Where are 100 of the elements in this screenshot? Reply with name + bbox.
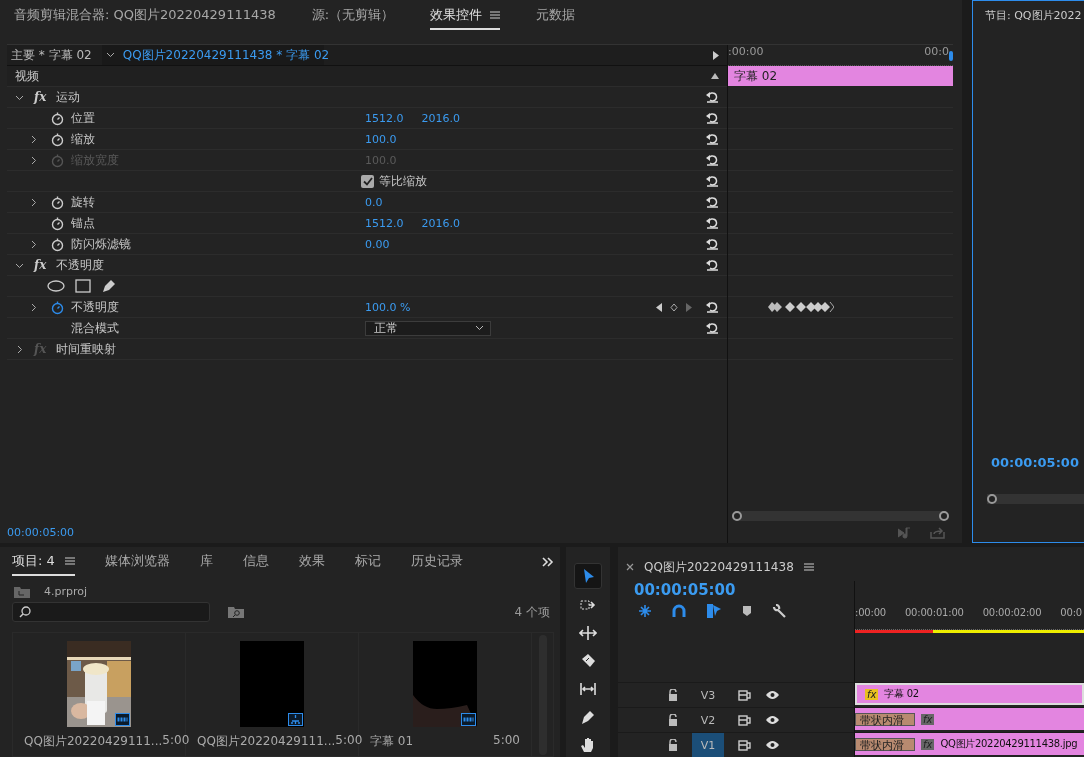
timecode[interactable]: 00:00:05:00 (7, 526, 727, 543)
property-value[interactable]: 100.0 % (365, 300, 411, 314)
property-name: 防闪烁滤镜 (71, 235, 132, 253)
timecode[interactable]: 00:00:05:00 (618, 581, 854, 599)
panel-tab[interactable]: 元数据 (536, 6, 576, 30)
eye-icon[interactable] (765, 740, 780, 750)
panel-tab[interactable]: 效果控件 (430, 6, 501, 30)
play-icon[interactable] (713, 50, 719, 60)
panel-tab[interactable]: 源:（无剪辑） (311, 6, 395, 30)
property-value[interactable]: 0.00 (365, 237, 390, 251)
eye-icon[interactable] (765, 715, 780, 725)
folder-up-icon[interactable] (14, 585, 30, 598)
property-value[interactable]: 100.0 (365, 132, 397, 146)
menu-icon[interactable] (490, 11, 501, 19)
panel-tab[interactable]: 历史记录 (410, 548, 463, 576)
checkbox-label[interactable]: 等比缩放 (379, 172, 427, 190)
property-value[interactable]: 0.0 (365, 195, 383, 209)
menu-icon[interactable] (64, 557, 75, 565)
magnet-icon[interactable] (672, 604, 686, 618)
transition[interactable]: 带状内滑 (855, 712, 915, 726)
caret-icon[interactable] (475, 325, 484, 331)
wrench-icon[interactable] (772, 604, 786, 618)
stopwatch-icon[interactable] (50, 299, 65, 315)
caret-icon[interactable] (105, 52, 115, 58)
selection-tool[interactable] (574, 563, 602, 589)
expand-chevron-icon[interactable] (29, 134, 38, 144)
property-value[interactable]: 1512.0 (365, 111, 404, 125)
sync-lock-icon[interactable] (738, 714, 751, 726)
stopwatch-icon[interactable] (50, 215, 65, 231)
effect-name: 不透明度 (56, 256, 105, 274)
timecode[interactable]: 00:00:05:00 (991, 455, 1084, 470)
clip-tab[interactable]: 主要 * 字幕 02 (7, 45, 102, 65)
keyframes-drawing[interactable] (768, 301, 834, 313)
lock-icon[interactable] (668, 739, 678, 751)
property-value[interactable]: 2016.0 (421, 216, 460, 230)
menu-icon[interactable] (803, 563, 814, 571)
panel-tab[interactable]: 音频剪辑混合器: QQ图片20220429111438 (14, 6, 276, 30)
lock-icon[interactable] (668, 689, 678, 701)
track-target[interactable]: V3 (692, 683, 724, 707)
expand-chevron-icon[interactable] (29, 239, 38, 249)
reset-icon[interactable] (706, 133, 719, 145)
expand-chevron-icon[interactable] (29, 302, 38, 312)
sync-lock-icon[interactable] (738, 739, 751, 751)
reset-icon[interactable] (706, 301, 719, 313)
reset-icon[interactable] (706, 196, 719, 208)
collapse-icon[interactable] (711, 73, 719, 79)
fx-toggle[interactable]: fx (34, 90, 47, 104)
scrubber[interactable] (987, 494, 1084, 504)
stopwatch-icon[interactable] (50, 236, 65, 252)
overflow-icon[interactable] (542, 557, 554, 567)
ellipse-mask-icon[interactable] (47, 280, 65, 292)
panel-tab[interactable]: 项目: 4 (12, 548, 75, 576)
reset-icon[interactable] (706, 112, 719, 124)
film-icon (115, 713, 130, 726)
add-keyframe-icon[interactable] (670, 302, 678, 312)
stopwatch-icon[interactable] (50, 194, 65, 210)
zoom-scrollbar[interactable] (732, 511, 949, 521)
fx-toggle[interactable]: fx (34, 258, 47, 272)
track-target[interactable]: V1 (692, 733, 724, 757)
expand-chevron-icon[interactable] (29, 197, 38, 207)
expand-chevron-icon[interactable] (15, 344, 24, 354)
find-bin-icon[interactable] (228, 606, 244, 618)
panel-tab[interactable]: 库 (199, 548, 213, 576)
timeline-clip[interactable]: 带状内滑 fx QQ图片20220429111438.jpg (855, 733, 1084, 755)
property-value[interactable]: 1512.0 (365, 216, 404, 230)
nest-icon[interactable] (638, 604, 652, 618)
next-keyframe-icon[interactable] (686, 302, 692, 312)
reset-icon[interactable] (706, 217, 719, 229)
marker-icon[interactable] (742, 605, 752, 617)
eye-icon[interactable] (765, 690, 780, 700)
playhead-icon[interactable] (949, 51, 953, 61)
search-field[interactable] (12, 602, 210, 622)
previous-keyframe-icon[interactable] (656, 302, 662, 312)
item-name: 字幕 01 (370, 733, 414, 750)
clip-bar[interactable]: 字幕 02 (728, 66, 953, 86)
panel-tab[interactable]: 标记 (354, 548, 381, 576)
panel-tab[interactable]: 媒体浏览器 (104, 548, 170, 576)
reset-icon[interactable] (706, 259, 719, 271)
transition[interactable]: 带状内滑 (855, 737, 915, 751)
pen-icon[interactable] (101, 278, 117, 294)
reset-icon[interactable] (706, 175, 719, 187)
timeline-clip[interactable]: 带状内滑 fx (855, 708, 1084, 730)
track-target[interactable]: V2 (692, 708, 724, 732)
stopwatch-icon[interactable] (50, 110, 65, 126)
rectangle-mask-icon[interactable] (75, 279, 91, 293)
reset-icon[interactable] (706, 238, 719, 250)
panel-tab[interactable]: 效果 (298, 548, 325, 576)
panel-tab[interactable]: 信息 (242, 548, 269, 576)
sequence-tab[interactable]: QQ图片20220429111438 (644, 558, 794, 576)
reset-icon[interactable] (706, 322, 719, 334)
close-icon[interactable] (626, 563, 634, 571)
linked-selection-icon[interactable] (706, 603, 722, 619)
sync-lock-icon[interactable] (738, 689, 751, 701)
lock-icon[interactable] (668, 714, 678, 726)
checkbox[interactable] (361, 174, 374, 188)
reset-icon[interactable] (706, 91, 719, 103)
stopwatch-icon[interactable] (50, 131, 65, 147)
property-value[interactable]: 2016.0 (421, 111, 460, 125)
blend-mode-dropdown[interactable]: 正常 (365, 320, 491, 336)
timeline-clip[interactable]: fx 字幕 02 (855, 683, 1084, 705)
